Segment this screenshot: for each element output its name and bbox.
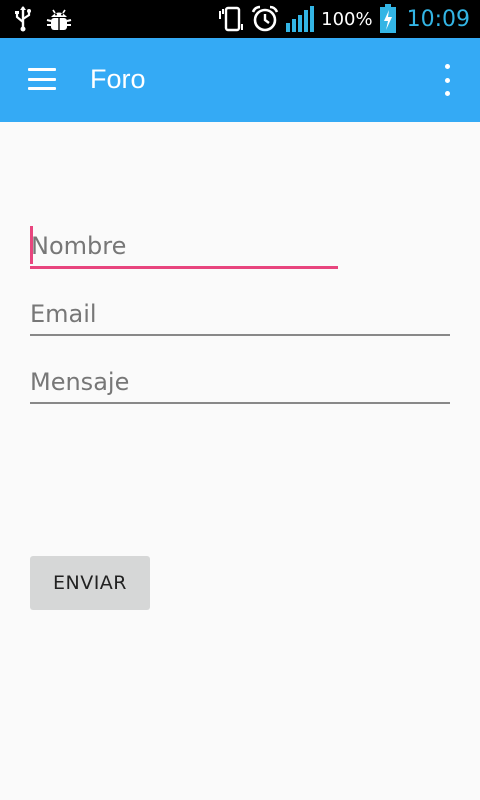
usb-icon	[14, 6, 32, 32]
mensaje-underline	[30, 402, 450, 404]
app-bar: Foro	[0, 38, 480, 122]
email-field-container	[30, 294, 450, 336]
status-clock: 10:09	[406, 6, 470, 32]
status-bar-left	[14, 6, 72, 32]
hamburger-menu-icon[interactable]	[28, 68, 56, 90]
page-title: Foro	[90, 64, 146, 94]
vibrate-icon	[217, 5, 245, 33]
signal-icon	[285, 5, 315, 33]
email-input[interactable]	[30, 294, 450, 334]
mensaje-input[interactable]	[30, 362, 450, 402]
battery-percent: 100%	[321, 8, 373, 30]
send-button[interactable]: ENVIAR	[30, 556, 150, 610]
email-underline	[30, 334, 450, 336]
nombre-input[interactable]	[30, 226, 338, 266]
nombre-field-container	[30, 226, 338, 269]
nombre-underline	[30, 266, 338, 269]
status-bar: 100% 10:09	[0, 0, 480, 38]
text-cursor	[30, 226, 33, 264]
alarm-icon	[251, 5, 279, 33]
status-bar-right: 100% 10:09	[217, 4, 470, 34]
battery-charging-icon	[379, 4, 397, 34]
more-vertical-icon[interactable]	[436, 64, 458, 96]
mensaje-field-container	[30, 362, 450, 404]
android-debug-icon	[46, 6, 72, 32]
